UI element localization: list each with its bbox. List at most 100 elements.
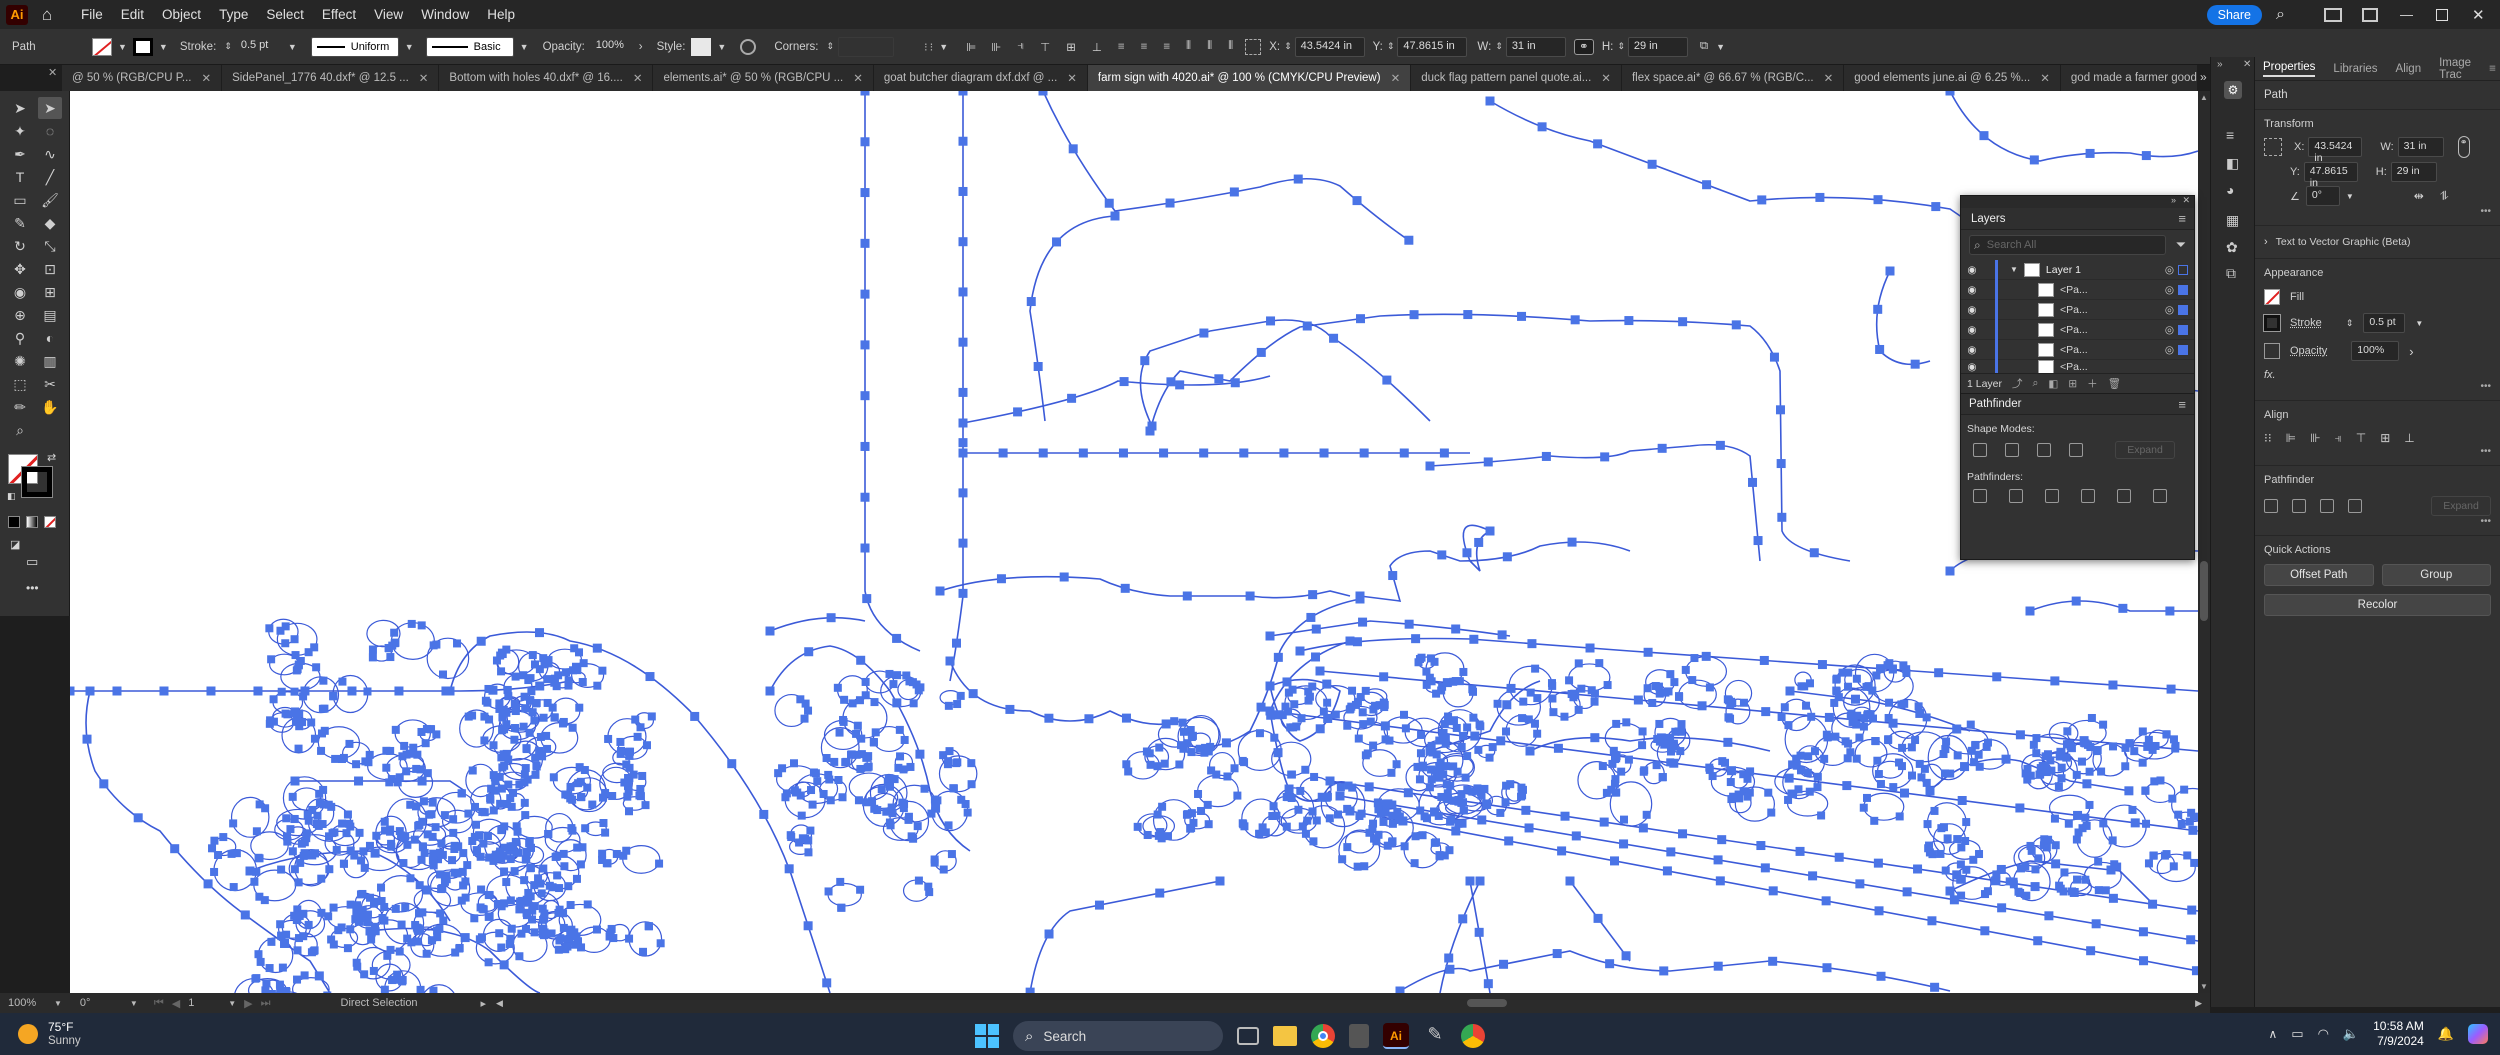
chevron-down-icon[interactable]: ▼ [520, 42, 529, 52]
distribute-right-icon[interactable]: ⦀ [1228, 40, 1233, 53]
rotate-tool-icon[interactable]: ↻ [8, 235, 32, 257]
fill-swatch[interactable] [92, 37, 112, 56]
tab-document-7[interactable]: duck flag pattern panel quote.ai... ✕ [1411, 65, 1622, 91]
graphic-style-swatch[interactable] [691, 37, 712, 56]
align-right-icon[interactable]: ⫣ [1017, 40, 1024, 53]
layer-row-path[interactable]: ◉ <Pa... ◎ [1961, 339, 2194, 360]
visibility-eye-icon[interactable]: ◉ [1961, 264, 1983, 276]
w-field[interactable]: 31 in [2397, 137, 2444, 157]
menu-select[interactable]: Select [257, 7, 313, 22]
chevron-down-icon[interactable]: ▼ [288, 42, 297, 52]
align-middle-icon[interactable]: ⊞ [2380, 431, 2390, 446]
horizontal-scrollbar[interactable] [507, 998, 2181, 1008]
pen-tool-icon[interactable]: ✒ [8, 143, 32, 165]
rotation-field[interactable]: 0° [2305, 186, 2340, 206]
merge-icon[interactable] [2045, 489, 2059, 503]
tab-document-5[interactable]: goat butcher diagram dxf.dxf @ ... ✕ [874, 65, 1088, 91]
tab-document-3[interactable]: Bottom with holes 40.dxf* @ 16.... ✕ [439, 65, 654, 91]
farm-sign-artwork[interactable] [70, 91, 2198, 993]
screen-mode-icon[interactable]: ▭ [26, 554, 38, 570]
align-right-icon[interactable]: ⫣ [2335, 431, 2342, 446]
x-field[interactable]: 43.5424 in [2308, 137, 2363, 164]
file-explorer-icon[interactable] [1273, 1026, 1297, 1046]
stroke-stepper-icon[interactable]: ⇕ [2346, 318, 2354, 329]
close-tab-icon[interactable]: ✕ [419, 71, 429, 85]
distribute-top-icon[interactable]: ≡ [1118, 41, 1125, 53]
shaper-tool-icon[interactable]: ✎ [8, 212, 32, 234]
close-tab-icon[interactable]: ✕ [1824, 71, 1834, 85]
stroke-weight-field[interactable]: 0.5 pt [2363, 313, 2406, 333]
w-field[interactable]: 31 in [1505, 36, 1566, 57]
chevron-right-icon[interactable]: ▸ [481, 997, 487, 1010]
align-bottom-icon[interactable]: ⊥ [1092, 40, 1102, 54]
network-icon[interactable]: ▭ [2291, 1026, 2303, 1042]
brush-definition[interactable]: Basic [425, 36, 514, 57]
column-graph-tool-icon[interactable]: ▥ [38, 350, 62, 372]
target-icon[interactable]: ◎ [2165, 284, 2174, 296]
pathfinder-tab[interactable]: Pathfinder [1961, 398, 2029, 410]
artboard-number[interactable]: 1 [188, 997, 228, 1009]
stroke-swatch[interactable] [2263, 314, 2281, 332]
perspective-grid-tool-icon[interactable]: ⊞ [38, 281, 62, 303]
prev-artboard-icon[interactable]: ◀ [172, 997, 180, 1010]
arrange-documents-icon[interactable] [2324, 7, 2342, 22]
tab-document-8[interactable]: flex space.ai* @ 66.67 % (RGB/C... ✕ [1622, 65, 1845, 91]
text-to-vector-section[interactable]: Text to Vector Graphic (Beta) [2276, 236, 2411, 248]
minimize-icon[interactable]: — [2400, 7, 2414, 22]
tab-libraries[interactable]: Libraries [2333, 63, 2377, 75]
unite-icon[interactable] [1973, 443, 1987, 457]
paintbrush-tool-icon[interactable]: 🖌 [38, 189, 62, 211]
stroke-swatch[interactable] [132, 37, 153, 56]
distribute-bottom-icon[interactable]: ≡ [1163, 41, 1170, 53]
close-dock-icon[interactable]: ✕ [2243, 59, 2251, 70]
exclude-icon[interactable] [2348, 499, 2362, 513]
eyedropper-tool-icon[interactable]: ⚲ [8, 327, 32, 349]
color-mode-icon[interactable] [8, 516, 20, 528]
slice-tool-icon[interactable]: ✂ [38, 373, 62, 395]
collapse-dock-icon[interactable]: » [2217, 59, 2223, 70]
home-icon[interactable]: ⌂ [36, 5, 58, 24]
start-icon[interactable] [975, 1024, 999, 1048]
chevron-right-icon[interactable]: › [639, 41, 643, 53]
scroll-thumb[interactable] [2200, 561, 2208, 621]
panel-menu-icon[interactable]: ≡ [2489, 63, 2496, 75]
zoom-tool-icon[interactable]: ⌕ [8, 419, 32, 441]
chevron-right-icon[interactable]: › [2264, 236, 2268, 248]
tab-document-9[interactable]: good elements june.ai @ 6.25 %... ✕ [1844, 65, 2061, 91]
visibility-eye-icon[interactable]: ◉ [1961, 361, 1983, 373]
visibility-eye-icon[interactable]: ◉ [1961, 324, 1983, 336]
more-options-icon[interactable]: ••• [2264, 381, 2491, 392]
collapse-toolbar-icon[interactable]: ✕ [48, 66, 57, 79]
pencil-tool-icon[interactable]: ✏ [8, 396, 32, 418]
menu-icon[interactable]: ≡ [2226, 127, 2234, 143]
default-colors-icon[interactable]: ◧ [7, 491, 16, 502]
more-options-icon[interactable]: ••• [2264, 516, 2491, 527]
rotation-view[interactable]: 0° [80, 997, 130, 1009]
y-field[interactable]: 47.8615 in [1397, 36, 1468, 57]
menu-effect[interactable]: Effect [313, 7, 365, 22]
tab-document-2[interactable]: SidePanel_1776 40.dxf* @ 12.5 ... ✕ [222, 65, 440, 91]
search-icon[interactable]: ⌕ [2276, 6, 2294, 24]
type-tool-icon[interactable]: T [8, 166, 32, 188]
visibility-eye-icon[interactable]: ◉ [1961, 284, 1983, 296]
chevron-down-icon[interactable]: ▼ [2010, 265, 2018, 274]
align-to-icon[interactable]: ⁝⁝ [2264, 431, 2272, 446]
shape-builder-tool-icon[interactable]: ◉ [8, 281, 32, 303]
tab-overflow-icon[interactable]: » [2200, 70, 2207, 84]
copilot-icon[interactable] [2468, 1024, 2488, 1044]
exclude-icon[interactable] [2069, 443, 2083, 457]
chevron-down-icon[interactable]: ▼ [228, 999, 236, 1008]
mesh-tool-icon[interactable]: ⊕ [8, 304, 32, 326]
h-field[interactable]: 29 in [2390, 162, 2437, 182]
scale-tool-icon[interactable]: ⤡ [38, 235, 62, 257]
chevron-down-icon[interactable]: ▼ [405, 42, 414, 52]
chevron-down-icon[interactable]: ▼ [939, 42, 948, 52]
close-tab-icon[interactable]: ✕ [1391, 71, 1401, 85]
stroke-stepper-icon[interactable]: ⇕ [224, 41, 232, 52]
volume-icon[interactable]: 🔈 [2343, 1026, 2359, 1042]
calculator-icon[interactable] [1349, 1024, 1369, 1048]
scroll-left-icon[interactable]: ◀ [496, 998, 503, 1009]
layers-panel-icon[interactable]: ◧ [2226, 155, 2239, 172]
puppet-warp-tool-icon[interactable]: ✥ [8, 258, 32, 280]
menu-view[interactable]: View [365, 7, 412, 22]
